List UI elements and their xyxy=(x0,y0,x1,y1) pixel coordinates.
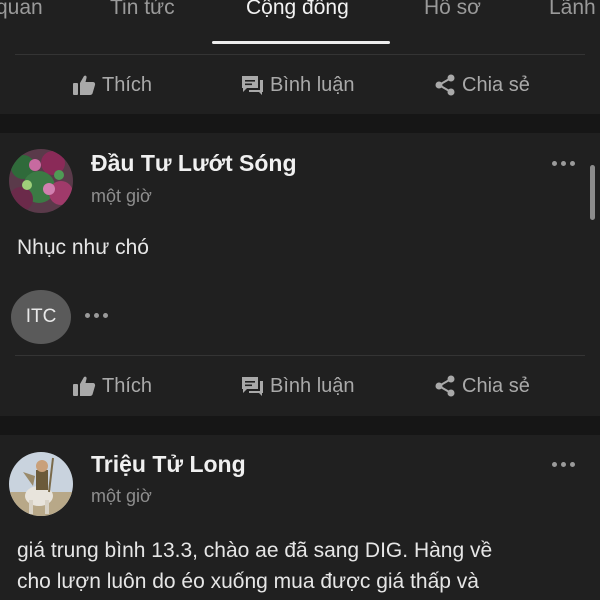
share-icon xyxy=(435,74,455,96)
post-content-line: giá trung bình 13.3, chào ae đã sang DIG… xyxy=(17,539,493,562)
post-actions: Thích Bình luận Chia sẻ xyxy=(0,357,600,415)
share-button[interactable]: Chia sẻ xyxy=(434,56,530,114)
flower-avatar-image xyxy=(9,149,73,213)
tab-ho-so[interactable]: Hồ sơ xyxy=(424,0,481,20)
more-options-icon[interactable] xyxy=(552,161,575,166)
share-icon xyxy=(435,375,455,397)
comment-button[interactable]: Bình luận xyxy=(240,56,355,114)
tab-quan[interactable]: quan xyxy=(0,0,43,20)
post-card: Triệu Tử Long một giờ giá trung bình 13.… xyxy=(0,435,600,600)
warrior-avatar-image xyxy=(9,452,73,516)
tab-bar: quan Tin tức Cộng đồng Hồ sơ Lãnh xyxy=(0,0,600,46)
like-label: Thích xyxy=(102,374,153,397)
tab-tin-tuc[interactable]: Tin tức xyxy=(110,0,175,20)
post-actions: Thích Bình luận Chia sẻ xyxy=(0,56,600,114)
post-time: một giờ xyxy=(91,186,152,206)
comment-icon xyxy=(242,377,263,396)
more-options-icon[interactable] xyxy=(552,462,575,467)
tab-cong-dong[interactable]: Cộng đồng xyxy=(246,0,349,20)
post-author[interactable]: Triệu Tử Long xyxy=(91,451,246,478)
share-button[interactable]: Chia sẻ xyxy=(434,357,530,415)
avatar[interactable] xyxy=(9,149,73,213)
reaction-avatar[interactable]: ITC xyxy=(11,290,71,344)
post-content: giá trung bình 13.3, chào ae đã sang DIG… xyxy=(17,535,492,597)
comment-label: Bình luận xyxy=(270,374,355,397)
divider xyxy=(15,54,585,55)
thumbs-up-icon xyxy=(73,376,96,396)
post-card: Đầu Tư Lướt Sóng một giờ Nhục như chó IT… xyxy=(0,133,600,416)
post-content-line: cho lượn luôn do éo xuống mua được giá t… xyxy=(17,570,479,593)
previous-post-card: Thích Bình luận Chia sẻ xyxy=(0,46,600,114)
divider xyxy=(15,355,585,356)
thumbs-up-icon xyxy=(73,75,96,95)
active-tab-indicator xyxy=(212,41,390,44)
share-label: Chia sẻ xyxy=(462,73,530,96)
like-label: Thích xyxy=(102,73,153,96)
post-time: một giờ xyxy=(91,486,152,506)
like-button[interactable]: Thích xyxy=(72,357,152,415)
comment-icon xyxy=(242,76,263,95)
like-button[interactable]: Thích xyxy=(72,56,152,114)
post-content: Nhục như chó xyxy=(17,236,149,259)
tab-lanh[interactable]: Lãnh xyxy=(549,0,596,20)
share-label: Chia sẻ xyxy=(462,374,530,397)
scrollbar[interactable] xyxy=(590,165,595,220)
comment-label: Bình luận xyxy=(270,73,355,96)
comment-button[interactable]: Bình luận xyxy=(240,357,355,415)
avatar[interactable] xyxy=(9,452,73,516)
post-author[interactable]: Đầu Tư Lướt Sóng xyxy=(91,150,297,177)
reaction-more-icon[interactable] xyxy=(85,313,108,318)
